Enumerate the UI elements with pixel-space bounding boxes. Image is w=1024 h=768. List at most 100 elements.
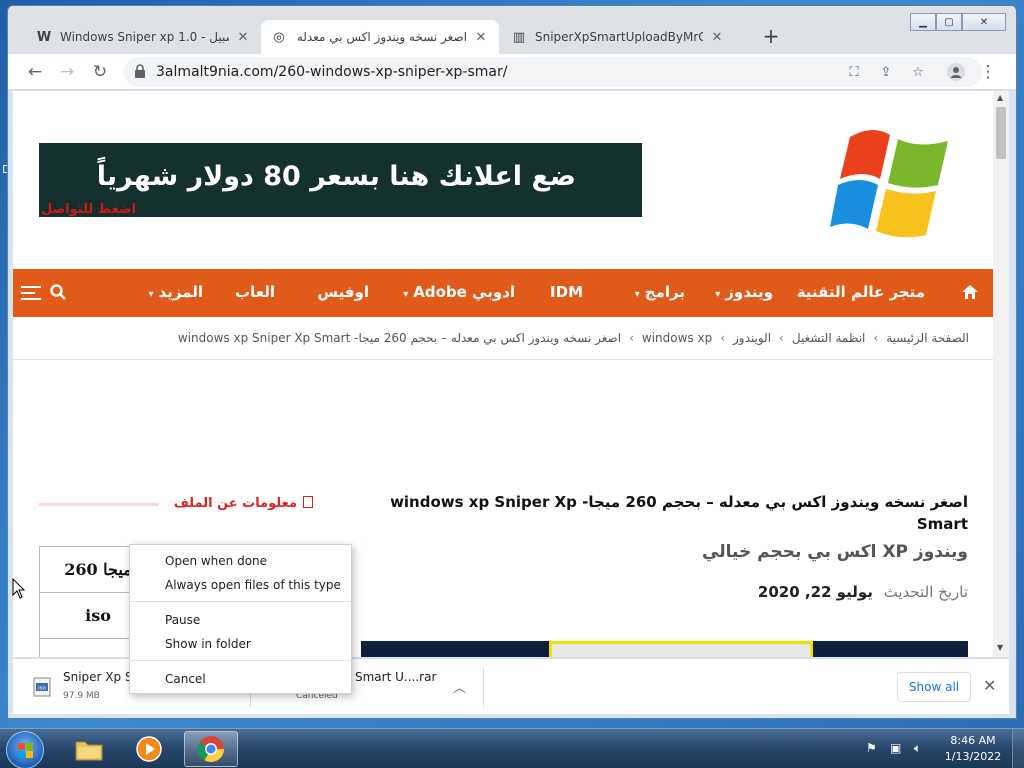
download-context-menu: Open when done Always open files of this… (129, 544, 352, 694)
menu-divider (130, 660, 351, 661)
tab-close-icon[interactable]: ✕ (235, 29, 251, 45)
nav-item-office[interactable]: اوفيس (317, 283, 369, 301)
volume-icon[interactable]: 🔈︎ (914, 741, 930, 757)
minimize-button[interactable]: ▁ (910, 13, 936, 31)
nav-item-store[interactable]: متجر عالم التقنية (797, 283, 925, 301)
divider (483, 667, 484, 707)
tab-strip: W Windows Sniper xp 1.0 - عابر سبيل ✕ ◎ … (8, 6, 1016, 54)
chevron-up-icon[interactable]: ︿ (453, 677, 466, 696)
translate-icon[interactable]: ⛶ (844, 62, 864, 82)
section-line (39, 503, 159, 506)
network-icon[interactable]: ▣ (890, 741, 906, 757)
folder-icon (75, 741, 103, 761)
address-bar[interactable]: 3almalt9nia.com/260-windows-xp-sniper-xp… (124, 57, 982, 87)
taskbar-explorer[interactable] (62, 731, 116, 767)
menu-item-cancel[interactable]: Cancel (165, 672, 206, 686)
windows-flag-icon (18, 743, 33, 758)
forward-button[interactable]: → (55, 60, 79, 84)
profile-avatar-icon[interactable] (944, 60, 968, 84)
nav-item-idm[interactable]: IDM (550, 283, 583, 301)
tab-close-icon[interactable]: ✕ (473, 29, 489, 45)
svg-text:iso: iso (38, 686, 46, 692)
date-label: تاريخ التحديث (883, 583, 968, 601)
browser-menu-icon[interactable]: ⋮ (976, 60, 1000, 84)
bookmark-star-icon[interactable]: ☆ (908, 62, 928, 82)
nav-item-adobe[interactable]: ادوبي Adobe▾ (403, 283, 515, 301)
nav-item-more[interactable]: المزيد▾ (149, 283, 204, 301)
close-window-button[interactable]: ✕ (962, 13, 1006, 31)
menu-item-always-open[interactable]: Always open files of this type (165, 578, 341, 592)
clock-date: 1/13/2022 (944, 750, 1002, 763)
url-text[interactable]: 3almalt9nia.com/260-windows-xp-sniper-xp… (156, 64, 507, 80)
breadcrumb-separator: › (873, 331, 879, 345)
page-scrollbar[interactable]: ▲ ▼ (993, 91, 1009, 657)
tab-sniperxp-upload[interactable]: ▥ SniperXpSmartUploadByMrGS di ✕ (501, 20, 735, 54)
nav-item-windows[interactable]: ويندوز▾ (715, 283, 773, 301)
show-desktop-button[interactable] (1012, 729, 1024, 768)
windows-xp-logo[interactable] (828, 119, 963, 244)
tab-windows-sniper[interactable]: W Windows Sniper xp 1.0 - عابر سبيل ✕ (26, 20, 261, 54)
archive-favicon-icon: ▥ (512, 29, 526, 45)
iso-file-icon: iso (33, 677, 51, 697)
ad-banner[interactable]: ضع اعلانك هنا بسعر 80 دولار شهرياً اضغط … (39, 143, 642, 217)
home-icon[interactable] (961, 283, 979, 301)
breadcrumb-os[interactable]: انظمة التشغيل (792, 331, 866, 345)
scroll-up-icon[interactable]: ▲ (997, 93, 1003, 102)
tab-close-icon[interactable]: ✕ (709, 29, 725, 45)
download-size: 97.9 MB (63, 691, 100, 701)
clock-time: 8:46 AM (950, 734, 996, 747)
article-date: تاريخ التحديث يوليو 22, 2020 (758, 583, 968, 601)
scroll-thumb[interactable] (996, 107, 1006, 159)
main-navigation: متجر عالم التقنية ويندوز▾ برامج▾ IDM ادو… (13, 269, 993, 317)
menu-divider (130, 601, 351, 602)
maximize-button[interactable]: ▢ (936, 13, 962, 31)
nav-item-programs[interactable]: برامج▾ (635, 283, 685, 301)
breadcrumb: الصفحة الرئيسية › انظمة التشغيل › الويند… (178, 331, 969, 345)
breadcrumb-separator: › (779, 331, 784, 345)
action-center-flag-icon[interactable]: ⚑ (866, 741, 882, 757)
date-value: يوليو 22, 2020 (757, 583, 873, 601)
divider (13, 359, 993, 360)
breadcrumb-current: اصغر نسخه ويندوز اكس بي معدله – بحجم 260… (177, 331, 622, 345)
start-button[interactable] (6, 731, 44, 768)
window-controls: ▁ ▢ ✕ (910, 13, 1006, 31)
tab-active-article[interactable]: ◎ اصغر نسخه ويندوز اكس بي معدله - بحجم (… (261, 20, 499, 54)
ad-text: ضع اعلانك هنا بسعر 80 دولار شهرياً (96, 161, 576, 192)
wikipedia-favicon-icon: W (36, 29, 52, 45)
menu-item-open-when-done[interactable]: Open when done (165, 554, 267, 568)
menu-item-show-in-folder[interactable]: Show in folder (165, 637, 251, 651)
close-downloads-icon[interactable]: ✕ (983, 676, 996, 695)
breadcrumb-separator: › (720, 331, 725, 345)
ad-contact-text: اضغط للتواصل (41, 202, 137, 217)
media-player-icon (136, 736, 162, 762)
article-image (361, 641, 968, 657)
breadcrumb-windows[interactable]: الويندوز (733, 331, 771, 345)
reload-button[interactable]: ↻ (88, 60, 112, 84)
download-filename: Sniper Xp S (63, 670, 133, 684)
show-all-button[interactable]: Show all (897, 672, 971, 702)
search-icon[interactable] (49, 283, 67, 301)
site-favicon-icon: ◎ (273, 29, 285, 45)
file-info-heading: معلومات عن الملف (174, 496, 313, 511)
taskbar-media-player[interactable] (122, 731, 176, 767)
mouse-cursor-icon (12, 578, 26, 599)
nav-item-games[interactable]: العاب (235, 283, 275, 301)
breadcrumb-home[interactable]: الصفحة الرئيسية (886, 331, 969, 345)
chrome-icon (197, 736, 225, 763)
download-filename: Smart U....rar (355, 670, 437, 684)
taskbar-clock[interactable]: 8:46 AM 1/13/2022 (940, 733, 1006, 765)
scroll-down-icon[interactable]: ▼ (997, 643, 1003, 652)
article-title: اصغر نسخه ويندوز اكس بي معدله – بحجم 260… (390, 493, 968, 533)
browser-toolbar: ← → ↻ 3almalt9nia.com/260-windows-xp-sni… (8, 54, 1016, 90)
breadcrumb-windows-xp[interactable]: windows xp (642, 331, 712, 345)
taskbar-chrome[interactable] (184, 731, 238, 767)
back-button[interactable]: ← (23, 60, 47, 84)
new-tab-button[interactable]: + (760, 26, 782, 48)
tab-title: اصغر نسخه ويندوز اكس بي معدله - بحجم ( (295, 30, 467, 44)
tab-title: Windows Sniper xp 1.0 - عابر سبيل (60, 30, 229, 44)
share-icon[interactable]: ⇪ (876, 62, 896, 82)
menu-item-pause[interactable]: Pause (165, 613, 200, 627)
file-icon (303, 496, 313, 508)
article-subtitle: ويندوز XP اكس بي بحجم خيالي (702, 542, 968, 562)
hamburger-menu-icon[interactable] (21, 285, 41, 301)
